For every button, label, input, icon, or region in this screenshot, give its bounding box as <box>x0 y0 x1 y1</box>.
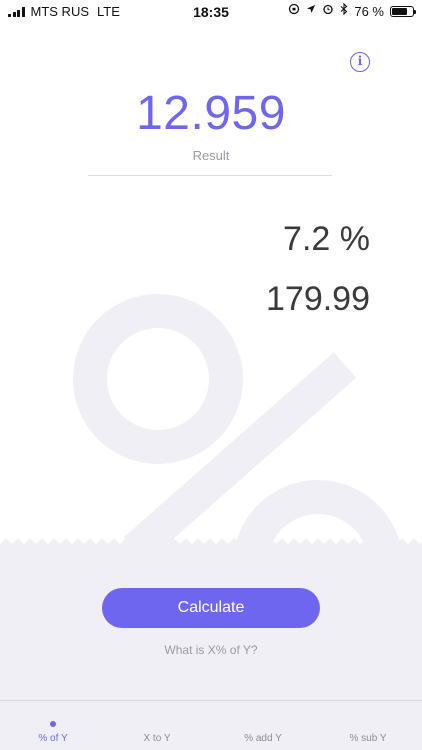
tab-label: X to Y <box>143 733 171 744</box>
calculate-button[interactable]: Calculate <box>102 588 320 628</box>
result-value: 12.959 <box>136 87 286 140</box>
value-y-input[interactable]: 179.99 <box>266 280 370 319</box>
active-tab-dot-icon <box>50 721 56 727</box>
info-icon: i <box>357 54 363 68</box>
tab-label: % add Y <box>244 733 282 744</box>
tab-percent-add-y[interactable]: % add Y <box>213 701 313 750</box>
alarm-icon <box>322 3 334 19</box>
result-divider <box>88 175 332 176</box>
tab-label: % of Y <box>38 733 68 744</box>
tab-percent-sub-y[interactable]: % sub Y <box>318 701 418 750</box>
tab-percent-of-y[interactable]: % of Y <box>3 701 103 750</box>
mode-hint: What is X% of Y? <box>164 643 258 657</box>
status-bar: MTS RUS LTE 18:35 76 % <box>0 0 422 22</box>
battery-percent: 76 % <box>354 3 384 19</box>
orientation-lock-icon <box>288 3 300 19</box>
result-label: Result <box>192 148 230 163</box>
location-icon <box>306 4 316 18</box>
status-right: 76 % <box>288 2 416 19</box>
tab-label: % sub Y <box>349 733 387 744</box>
tab-bar: % of Y X to Y % add Y % sub Y <box>0 701 422 750</box>
bluetooth-icon <box>340 2 348 19</box>
zigzag-edge <box>0 538 422 552</box>
info-button[interactable]: i <box>350 52 370 72</box>
percent-watermark-icon <box>73 294 403 560</box>
percent-x-input[interactable]: 7.2 % <box>283 220 370 259</box>
tab-x-to-y[interactable]: X to Y <box>107 701 207 750</box>
battery-icon <box>390 5 416 17</box>
